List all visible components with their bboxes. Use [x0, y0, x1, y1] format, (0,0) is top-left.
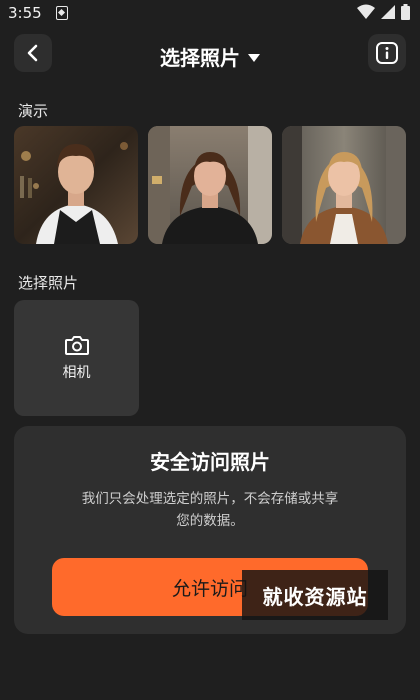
status-time: 3:55	[8, 4, 42, 22]
permission-description: 我们只会处理选定的照片，不会存储或共享 您的数据。	[44, 488, 376, 532]
notification-icon	[56, 6, 68, 20]
battery-icon	[401, 4, 410, 20]
status-icons	[357, 4, 410, 20]
photo-woman-street-image	[148, 126, 272, 244]
photo-man-image	[14, 126, 138, 244]
info-icon	[376, 42, 398, 64]
wifi-icon	[357, 4, 375, 19]
demo-photo-2[interactable]	[148, 126, 272, 244]
permission-description-line-1: 我们只会处理选定的照片，不会存储或共享	[81, 491, 339, 507]
demo-section-label: 演示	[18, 102, 49, 120]
screen: 3:55 选择照片 演示 选择照片 相机 安全访问照片 我们只会处理选定的照片，…	[0, 0, 420, 700]
top-bar: 选择照片	[0, 32, 420, 76]
demo-photo-3[interactable]	[282, 126, 406, 244]
camera-label: 相机	[62, 365, 91, 381]
permission-description-line-2: 您的数据。	[176, 513, 244, 529]
camera-button[interactable]: 相机	[14, 300, 139, 416]
camera-icon	[64, 336, 89, 355]
status-bar: 3:55	[0, 0, 420, 28]
info-button[interactable]	[368, 34, 406, 72]
page-title: 选择照片	[160, 46, 240, 70]
album-selector[interactable]: 选择照片	[0, 42, 420, 71]
demo-photo-row	[14, 126, 420, 244]
demo-photo-1[interactable]	[14, 126, 138, 244]
caret-down-icon	[248, 53, 260, 62]
watermark-overlay: 就收资源站	[242, 570, 388, 620]
photo-woman-blonde-image	[282, 126, 406, 244]
picker-section-label: 选择照片	[18, 274, 79, 292]
permission-title: 安全访问照片	[150, 450, 270, 474]
signal-icon	[381, 5, 395, 19]
